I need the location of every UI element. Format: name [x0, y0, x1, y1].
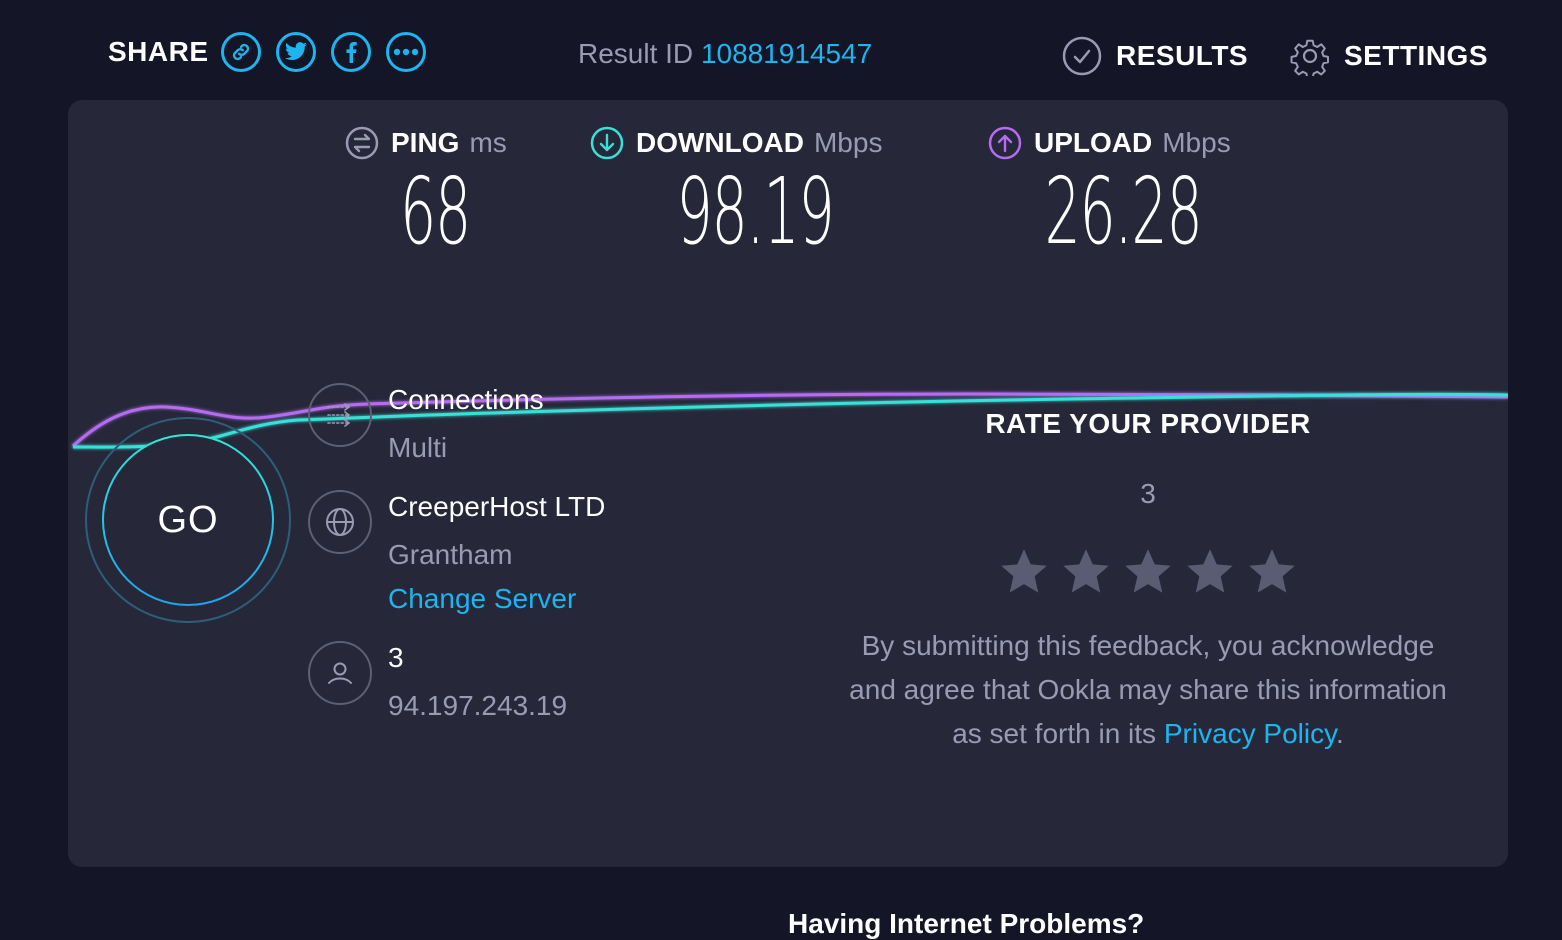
disclaimer-period: . [1336, 718, 1344, 749]
go-button[interactable]: GO [102, 434, 274, 606]
server-name: CreeperHost LTD [388, 491, 606, 522]
star-rating [828, 546, 1468, 598]
star-icon[interactable] [1060, 546, 1112, 598]
download-metric: DOWNLOAD Mbps 98.19 [590, 126, 920, 258]
share-facebook-button[interactable] [330, 32, 371, 72]
gear-icon [1290, 36, 1330, 76]
download-unit: Mbps [813, 127, 883, 158]
rate-provider-title: RATE YOUR PROVIDER [985, 408, 1311, 439]
upload-value: 26.28 [1044, 158, 1202, 265]
facebook-icon [346, 42, 357, 63]
internet-problems-heading: Having Internet Problems? [788, 908, 1145, 939]
privacy-policy-link[interactable]: Privacy Policy [1164, 718, 1336, 749]
change-server-link[interactable]: Change Server [388, 582, 605, 616]
user-icon [308, 641, 372, 705]
provider-name: 3 [388, 642, 404, 673]
download-label: DOWNLOAD [636, 127, 804, 158]
check-circle-icon [1062, 36, 1102, 76]
share-label: SHARE [108, 36, 209, 67]
ping-value: 68 [399, 158, 471, 265]
link-icon [232, 43, 249, 61]
star-icon[interactable] [1184, 546, 1236, 598]
ping-label: PING [391, 127, 460, 158]
settings-label: SETTINGS [1344, 40, 1489, 71]
connections-value: Multi [388, 432, 448, 463]
star-icon[interactable] [1246, 546, 1298, 598]
feedback-disclaimer: By submitting this feedback, you acknowl… [848, 624, 1448, 756]
result-id: Result ID 10881914547 [578, 38, 872, 70]
ping-metric: PING ms 68 [345, 126, 525, 258]
upload-unit: Mbps [1162, 127, 1231, 158]
rating-score: 3 [1140, 478, 1156, 509]
rate-provider-section: RATE YOUR PROVIDER 3 By submitting this … [828, 408, 1468, 756]
results-panel: PING ms 68 DOWNLOAD Mbps 98.19 UPLOAD Mb… [68, 100, 1508, 867]
download-value: 98.19 [676, 158, 834, 265]
share-link-button[interactable] [220, 32, 261, 72]
connections-label: Connections [388, 384, 544, 415]
results-label: RESULTS [1116, 40, 1249, 71]
result-id-link[interactable]: 10881914547 [701, 38, 872, 69]
download-arrow-icon [590, 126, 624, 160]
ping-icon [345, 126, 379, 160]
server-location: Grantham [388, 539, 513, 570]
ip-address: 94.197.243.19 [388, 690, 568, 721]
star-icon[interactable] [998, 546, 1050, 598]
share-twitter-button[interactable] [275, 32, 316, 72]
disclaimer-text: By submitting this feedback, you acknowl… [849, 630, 1447, 749]
more-icon [393, 48, 418, 56]
provider-info: 3 94.197.243.19 [308, 641, 567, 723]
results-nav-button[interactable]: RESULTS [1062, 36, 1248, 76]
share-group: SHARE [108, 32, 441, 72]
twitter-icon [284, 42, 307, 61]
settings-nav-button[interactable]: SETTINGS [1290, 36, 1488, 76]
connections-info: Connections Multi [308, 383, 544, 465]
upload-metric: UPLOAD Mbps 26.28 [988, 126, 1258, 258]
upload-arrow-icon [988, 126, 1022, 160]
upload-label: UPLOAD [1034, 127, 1153, 158]
globe-icon [308, 490, 372, 554]
go-label: GO [157, 498, 219, 541]
star-icon[interactable] [1122, 546, 1174, 598]
share-more-button[interactable] [385, 32, 426, 72]
ping-unit: ms [469, 127, 507, 158]
result-id-label: Result ID [578, 38, 694, 69]
server-info: CreeperHost LTD Grantham Change Server [308, 490, 605, 616]
top-bar: SHARE Result ID 10881914547 RESULTS SETT… [0, 0, 1562, 100]
connections-icon [308, 383, 372, 447]
